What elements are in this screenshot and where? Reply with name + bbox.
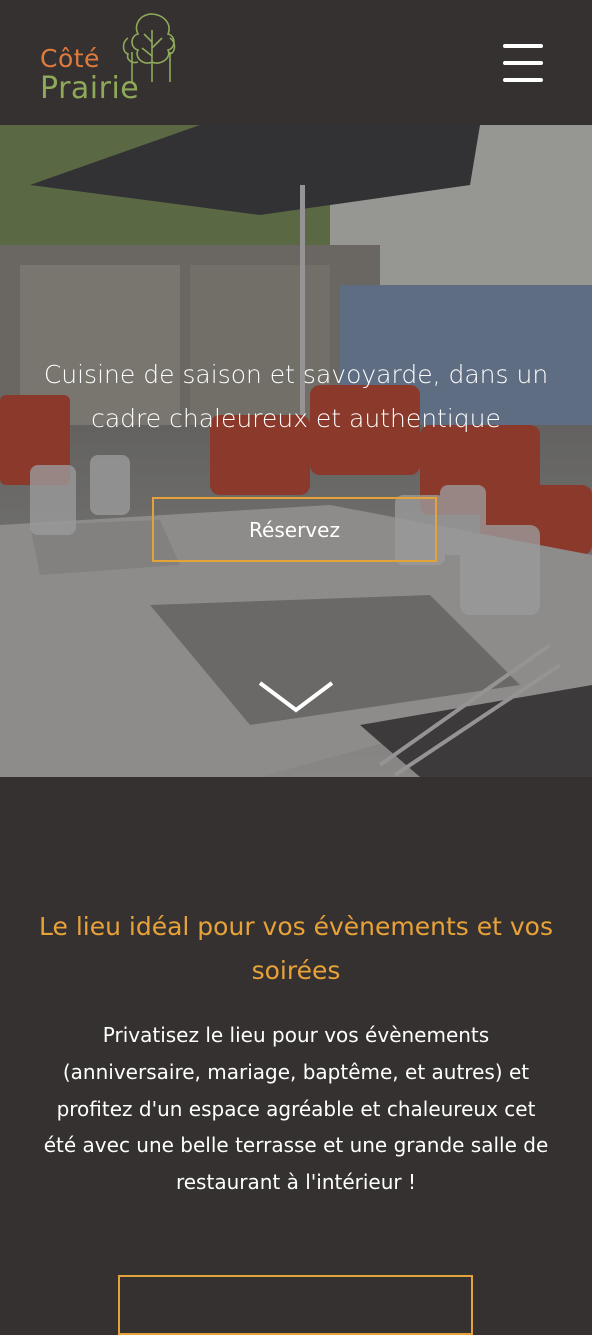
hero-title: Cuisine de saison et savoyarde, dans un … <box>43 360 549 433</box>
reserve-button[interactable]: Réservez <box>152 497 437 562</box>
events-section: Le lieu idéal pour vos évènements et vos… <box>0 777 592 1335</box>
chevron-down-icon[interactable] <box>258 680 334 716</box>
site-header: Côté Prairie <box>0 0 592 125</box>
events-description: Privatisez le lieu pour vos évènements (… <box>43 1023 549 1195</box>
hero-section: Cuisine de saison et savoyarde, dans un … <box>0 125 592 777</box>
logo-text-cote: Côté <box>40 44 100 73</box>
reserve-button-label: Réservez <box>249 517 340 542</box>
hamburger-menu-icon[interactable] <box>500 40 546 86</box>
events-title: Le lieu idéal pour vos évènements et vos… <box>39 912 553 985</box>
site-logo[interactable]: Côté Prairie <box>38 12 188 112</box>
events-button[interactable] <box>118 1275 473 1335</box>
logo-text-prairie: Prairie <box>40 71 140 106</box>
